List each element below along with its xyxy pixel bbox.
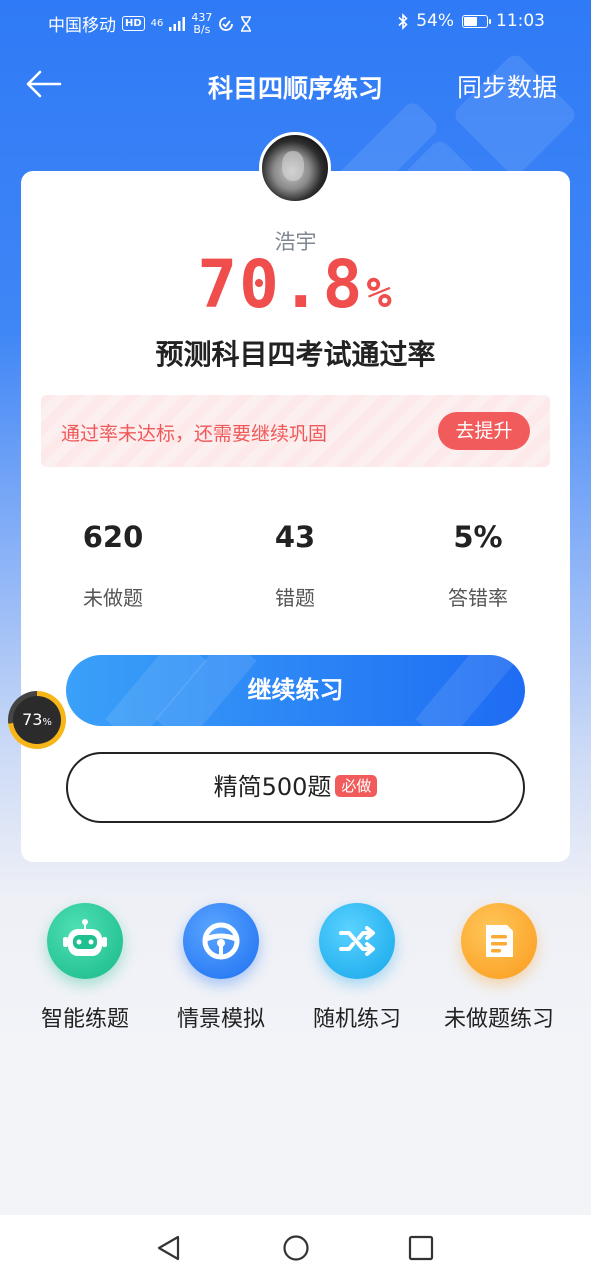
- floating-unit: %: [42, 717, 52, 728]
- battery-level: [464, 16, 477, 26]
- avatar[interactable]: [259, 132, 331, 204]
- hourglass-icon: [241, 15, 252, 32]
- feature-undone-practice[interactable]: 未做题练习: [429, 903, 569, 1033]
- stat-value: 620: [82, 520, 144, 554]
- floating-progress-text: 73%: [13, 696, 61, 744]
- stat-wrong[interactable]: 43 错题: [215, 520, 375, 611]
- navigation-bar: 科目四顺序练习 同步数据: [0, 56, 591, 116]
- network-speed: 437 B/s: [191, 10, 213, 36]
- notification-icon: [219, 16, 234, 31]
- feature-scenario-simulation[interactable]: 情景模拟: [151, 903, 291, 1033]
- warning-banner: 通过率未达标，还需要继续巩固 去提升: [41, 395, 550, 467]
- simplified-500-button[interactable]: 精简500题 必做: [66, 752, 525, 823]
- document-icon: [461, 903, 537, 979]
- robot-icon: [47, 903, 123, 979]
- feature-random-practice[interactable]: 随机练习: [287, 903, 427, 1033]
- shuffle-icon: [319, 903, 395, 979]
- battery-icon: [462, 14, 491, 28]
- pass-rate: 70.8%: [0, 246, 591, 323]
- floating-progress-widget[interactable]: 73%: [8, 691, 66, 749]
- stat-value: 5%: [453, 520, 503, 554]
- feature-label: 随机练习: [312, 1007, 401, 1032]
- home-circle-icon[interactable]: [281, 1233, 311, 1263]
- carrier-label: 中国移动: [48, 16, 116, 36]
- stat-value: 43: [274, 520, 316, 554]
- pass-rate-unit: %: [366, 268, 394, 317]
- status-bar: 中国移动 HD 46 437 B/s 54% 11:03: [0, 0, 591, 44]
- feature-smart-practice[interactable]: 智能练题: [15, 903, 155, 1033]
- signal-icon: [169, 16, 186, 31]
- stat-label: 答错率: [448, 586, 508, 610]
- stat-label: 未做题: [83, 586, 143, 610]
- feature-label: 情景模拟: [176, 1007, 265, 1032]
- stat-undone[interactable]: 620 未做题: [33, 520, 193, 611]
- required-badge: 必做: [335, 775, 378, 797]
- back-triangle-icon[interactable]: [154, 1233, 184, 1263]
- steering-wheel-icon: [183, 903, 259, 979]
- speed-unit: B/s: [193, 22, 211, 36]
- improve-button[interactable]: 去提升: [438, 412, 530, 450]
- predict-label: 预测科目四考试通过率: [155, 338, 436, 371]
- button-shine: [415, 655, 517, 726]
- floating-value: 73: [22, 710, 43, 729]
- system-navigation-bar: [0, 1215, 591, 1280]
- continue-practice-button[interactable]: 继续练习: [66, 655, 525, 726]
- continue-label: 继续练习: [247, 676, 344, 704]
- pass-rate-value: 70.8: [197, 246, 365, 323]
- network-type-label: 46: [150, 17, 164, 29]
- hd-icon: HD: [122, 16, 145, 31]
- feature-label: 智能练题: [40, 1007, 129, 1032]
- simplified-label: 精简500题: [213, 773, 332, 801]
- bluetooth-icon: [398, 12, 408, 30]
- feature-label: 未做题练习: [443, 1007, 554, 1032]
- avatar-figure: [282, 151, 304, 181]
- clock: 11:03: [496, 11, 545, 31]
- speed-value: 437: [191, 10, 213, 24]
- warning-text: 通过率未达标，还需要继续巩固: [61, 423, 328, 445]
- battery-percent: 54%: [416, 11, 454, 31]
- stat-error-rate: 5% 答错率: [398, 520, 558, 611]
- recents-square-icon[interactable]: [406, 1233, 436, 1263]
- sync-data-button[interactable]: 同步数据: [457, 68, 557, 104]
- stat-label: 错题: [275, 586, 315, 610]
